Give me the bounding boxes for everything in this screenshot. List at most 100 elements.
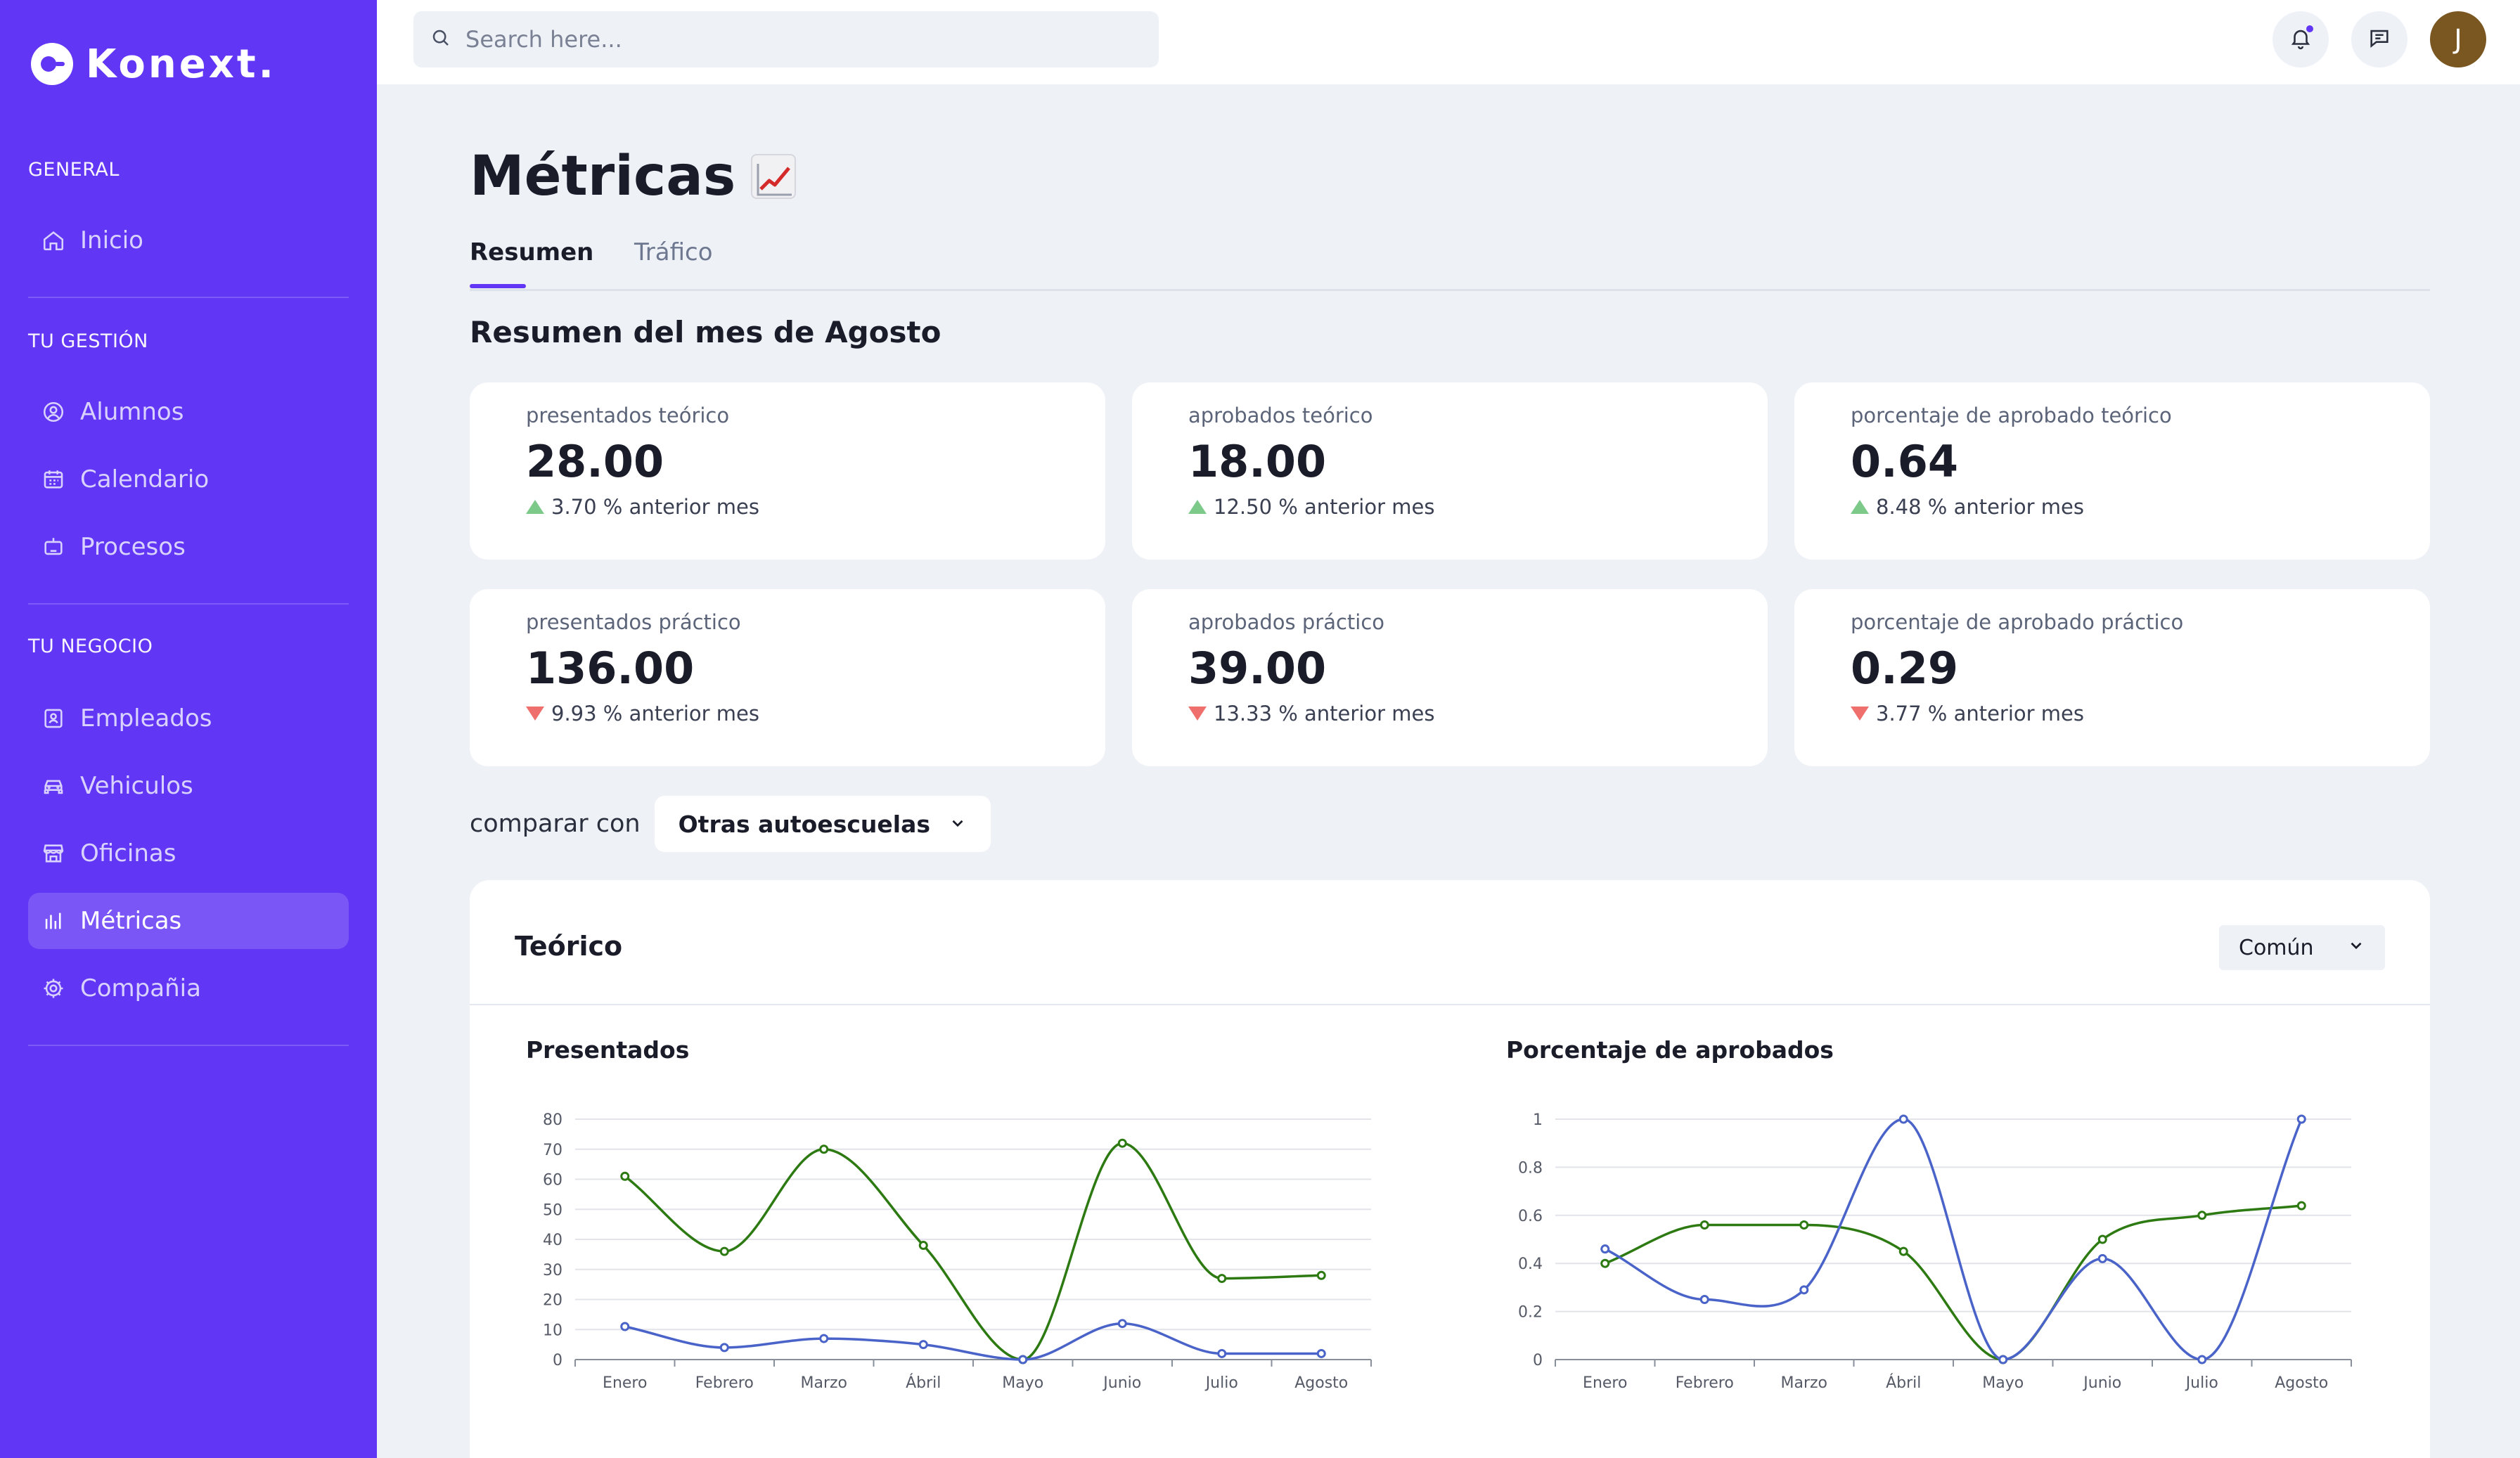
x-tick-label: Febrero bbox=[695, 1374, 754, 1392]
sidebar-item-vehiculos[interactable]: Vehiculos bbox=[28, 758, 349, 814]
data-point[interactable] bbox=[1217, 1348, 1227, 1358]
kpi-label: presentados práctico bbox=[526, 610, 741, 634]
messages-button[interactable] bbox=[2351, 11, 2408, 67]
summary-title: Resumen del mes de Agosto bbox=[470, 315, 941, 349]
kpi-value: 18.00 bbox=[1188, 436, 1327, 487]
data-point[interactable] bbox=[2097, 1253, 2107, 1263]
panel-dropdown[interactable]: Común bbox=[2219, 925, 2385, 970]
data-point[interactable] bbox=[1799, 1285, 1809, 1295]
tabs: Resumen Tráfico bbox=[470, 235, 2430, 291]
y-tick-label: 20 bbox=[543, 1292, 562, 1310]
logo-icon bbox=[31, 43, 73, 85]
x-tick-label: Enero bbox=[1583, 1374, 1627, 1392]
kpi-delta: 3.70 % anterior mes bbox=[526, 495, 1049, 519]
chart-title-porcentaje: Porcentaje de aprobados bbox=[1506, 1036, 1834, 1064]
chart-presentados: 0 10 20 30 40 50 60 70 80 Enero Febrero Marzo Ábril M… bbox=[543, 1112, 1372, 1392]
x-tick-label: Febrero bbox=[1676, 1374, 1734, 1392]
notification-dot bbox=[2305, 24, 2315, 34]
data-point[interactable] bbox=[2097, 1234, 2107, 1244]
data-point[interactable] bbox=[1217, 1274, 1227, 1284]
sidebar-item-label: Inicio bbox=[80, 226, 143, 254]
data-point[interactable] bbox=[1117, 1138, 1127, 1148]
data-point[interactable] bbox=[2296, 1201, 2306, 1211]
trend-down-icon bbox=[1851, 707, 1869, 721]
y-tick-label: 0.6 bbox=[1518, 1208, 1543, 1225]
data-point[interactable] bbox=[918, 1340, 928, 1350]
x-tick-label: Junio bbox=[1102, 1374, 1141, 1392]
sidebar-item-procesos[interactable]: Procesos bbox=[28, 519, 349, 575]
avatar[interactable]: J bbox=[2430, 11, 2486, 67]
data-point[interactable] bbox=[819, 1144, 829, 1154]
tab-trafico[interactable]: Tráfico bbox=[634, 235, 713, 288]
kpi-value: 0.29 bbox=[1851, 643, 1958, 694]
x-tick-label: Mayo bbox=[1002, 1374, 1043, 1392]
data-point[interactable] bbox=[1898, 1114, 1908, 1124]
kpi-card: porcentaje de aprobado práctico 0.29 3.7… bbox=[1794, 589, 2430, 766]
kpi-value: 0.64 bbox=[1851, 436, 1958, 487]
data-point[interactable] bbox=[1898, 1246, 1908, 1256]
app-logo[interactable]: Konext. bbox=[31, 39, 276, 89]
data-point[interactable] bbox=[719, 1343, 729, 1353]
y-tick-label: 70 bbox=[543, 1142, 562, 1159]
sidebar-item-empleados[interactable]: Empleados bbox=[28, 690, 349, 747]
compare-dropdown[interactable]: Otras autoescuelas bbox=[654, 796, 991, 852]
y-tick-label: 0 bbox=[553, 1352, 562, 1369]
sidebar: Konext. GENERAL Inicio TU GESTIÓN Alumno… bbox=[0, 0, 377, 1458]
data-point[interactable] bbox=[1316, 1270, 1326, 1280]
data-point[interactable] bbox=[2296, 1114, 2306, 1124]
notifications-button[interactable] bbox=[2272, 11, 2329, 67]
x-tick-label: Ábril bbox=[1886, 1374, 1921, 1392]
sidebar-item-calendario[interactable]: Calendario bbox=[28, 451, 349, 508]
tab-resumen[interactable]: Resumen bbox=[470, 235, 593, 288]
sidebar-item-alumnos[interactable]: Alumnos bbox=[28, 384, 349, 440]
data-point[interactable] bbox=[1117, 1319, 1127, 1329]
data-point[interactable] bbox=[1600, 1258, 1610, 1268]
chevron-down-icon bbox=[949, 811, 967, 838]
data-point[interactable] bbox=[918, 1241, 928, 1251]
chart-increasing-icon bbox=[751, 154, 797, 199]
sidebar-item-inicio[interactable]: Inicio bbox=[28, 212, 349, 269]
data-point[interactable] bbox=[2197, 1355, 2207, 1365]
y-tick-label: 0 bbox=[1533, 1352, 1543, 1369]
sidebar-item-label: Empleados bbox=[80, 704, 212, 733]
kpi-delta-text: 3.70 % anterior mes bbox=[551, 495, 759, 519]
data-point[interactable] bbox=[719, 1246, 729, 1256]
tab-label: Tráfico bbox=[634, 238, 713, 266]
kpi-delta-text: 9.93 % anterior mes bbox=[551, 702, 759, 725]
data-point[interactable] bbox=[620, 1171, 630, 1181]
data-point[interactable] bbox=[819, 1334, 829, 1343]
x-tick-label: Julio bbox=[2185, 1374, 2218, 1392]
data-point[interactable] bbox=[1316, 1348, 1326, 1358]
data-point[interactable] bbox=[620, 1322, 630, 1331]
kpi-label: aprobados práctico bbox=[1188, 610, 1385, 634]
data-point[interactable] bbox=[1699, 1220, 1709, 1230]
search-input[interactable] bbox=[465, 26, 1140, 53]
sidebar-item-oficinas[interactable]: Oficinas bbox=[28, 825, 349, 882]
data-point[interactable] bbox=[1799, 1220, 1809, 1230]
tab-label: Resumen bbox=[470, 238, 594, 266]
sidebar-item-label: Alumnos bbox=[80, 398, 184, 426]
data-point[interactable] bbox=[1018, 1355, 1028, 1365]
kpi-label: porcentaje de aprobado teórico bbox=[1851, 404, 2172, 427]
kpi-value: 39.00 bbox=[1188, 643, 1327, 694]
data-point[interactable] bbox=[1699, 1295, 1709, 1304]
active-tab-indicator bbox=[470, 284, 526, 288]
data-point[interactable] bbox=[1998, 1355, 2008, 1365]
sidebar-item-compania[interactable]: Compañia bbox=[28, 960, 349, 1017]
compare-label: comparar con bbox=[470, 810, 641, 838]
gear-icon bbox=[41, 976, 66, 1001]
y-tick-label: 60 bbox=[543, 1172, 562, 1189]
trend-up-icon bbox=[1851, 500, 1869, 514]
sidebar-item-metricas[interactable]: Métricas bbox=[28, 893, 349, 949]
badge-icon bbox=[41, 706, 66, 731]
kpi-delta: 3.77 % anterior mes bbox=[1851, 702, 2374, 725]
data-point[interactable] bbox=[1600, 1244, 1610, 1254]
kpi-delta: 9.93 % anterior mes bbox=[526, 702, 1049, 725]
chat-icon bbox=[2367, 26, 2391, 53]
data-point[interactable] bbox=[2197, 1211, 2207, 1220]
compare-selected: Otras autoescuelas bbox=[678, 810, 931, 838]
kpi-delta-text: 12.50 % anterior mes bbox=[1214, 495, 1435, 519]
search-box[interactable] bbox=[413, 11, 1159, 67]
kpi-delta-text: 8.48 % anterior mes bbox=[1876, 495, 2084, 519]
y-tick-label: 40 bbox=[543, 1232, 562, 1249]
